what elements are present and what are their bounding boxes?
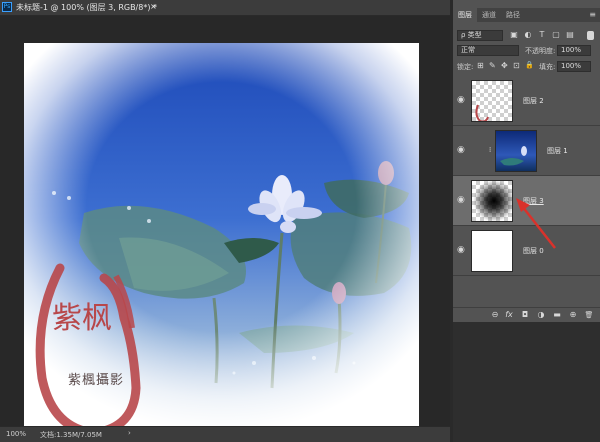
gradient-thumbnail [472,181,512,221]
canvas-image[interactable]: 紫枫 紫楓攝影 [24,43,419,433]
fill-label: 填充: [539,63,556,71]
layer-name[interactable]: 图层 0 [523,246,544,256]
layer-thumbnail[interactable] [471,80,513,122]
adjustment-layer-icon[interactable]: ◑ [535,310,547,320]
status-bar: 100% 文档:1.35M/7.05M › [0,426,450,442]
layer-thumbnail[interactable] [471,230,513,272]
svg-text:紫枫: 紫枫 [52,301,112,336]
photoshop-icon: Ps [2,2,12,12]
layer-name[interactable]: 图层 3 [523,196,544,206]
visibility-eye-icon[interactable]: ◉ [457,246,467,255]
tab-channels[interactable]: 通道 [477,8,501,22]
layers-panel-footer: ⊖ fx ◘ ◑ ▬ ⊕ 🗑 [453,307,600,322]
layer-name[interactable]: 图层 1 [547,146,568,156]
delete-layer-icon[interactable]: 🗑 [583,310,595,320]
layer-row[interactable]: ◉ ⁞ 图层 1 [453,126,600,176]
new-group-icon[interactable]: ▬ [551,310,563,320]
layers-list: ◉ 图层 2 ◉ ⁞ 图层 1 ◉ 图层 3 ◉ 图层 0 [453,76,600,306]
link-layers-icon[interactable]: ⊖ [489,310,501,320]
opacity-input[interactable]: 100% [557,45,591,56]
layer-thumbnail[interactable] [471,180,513,222]
lock-artboard-icon[interactable]: ⊡ [513,61,520,70]
mask-link-icon[interactable]: ⁞ [489,146,491,154]
visibility-eye-icon[interactable]: ◉ [457,196,467,205]
kind-filter-select[interactable]: ρ 类型 [457,30,503,41]
seal-logo: 紫枫 [35,263,141,433]
document-tab[interactable]: Ps 未标题-1 @ 100% (图层 3, RGB/8*) * × [0,0,450,16]
panel-empty-area [453,322,600,442]
opacity-label: 不透明度: [525,47,556,55]
panel-menu-icon[interactable]: ≡ [589,10,596,19]
visibility-eye-icon[interactable]: ◉ [457,96,467,105]
layer-thumbnail[interactable] [495,130,537,172]
lotus-thumbnail [500,146,527,166]
blend-mode-select[interactable]: 正常 [457,45,519,56]
zoom-level[interactable]: 100% [6,430,26,438]
layer-row-selected[interactable]: ◉ 图层 3 [453,176,600,226]
seal-thumbnail [475,104,489,121]
panel-tab-bar: 图层 通道 路径 [453,8,600,22]
adjustment-filter-icon[interactable]: ◐ [523,30,533,40]
layer-name[interactable]: 图层 2 [523,96,544,106]
fill-input[interactable]: 100% [557,61,591,72]
layers-panel: 图层 通道 路径 ≡ ρ 类型 ▣ ◐ T ▢ ▤ 正常 不透明度: 100% … [453,0,600,442]
lock-position-icon[interactable]: ✥ [501,61,508,70]
tab-paths[interactable]: 路径 [501,8,525,22]
close-tab-icon[interactable]: × [150,2,157,11]
lock-row: 锁定: ⊞ ✎ ✥ ⊡ 🔒 填充: 100% [453,61,600,73]
lock-transparent-icon[interactable]: ⊞ [477,61,484,70]
layer-row[interactable]: ◉ 图层 0 [453,226,600,276]
visibility-eye-icon[interactable]: ◉ [457,146,467,155]
shape-filter-icon[interactable]: ▢ [551,30,561,40]
image-filter-icon[interactable]: ▣ [509,30,519,40]
status-menu-arrow-icon[interactable]: › [128,429,131,437]
seal-caption: 紫楓攝影 [68,373,125,388]
document-title[interactable]: 未标题-1 @ 100% (图层 3, RGB/8*) * [16,2,157,13]
lock-label: 锁定: [457,63,474,71]
blend-row: 正常 不透明度: 100% [453,45,600,57]
new-layer-icon[interactable]: ⊕ [567,310,579,320]
layer-row[interactable]: ◉ 图层 2 [453,76,600,126]
lock-image-icon[interactable]: ✎ [489,61,496,70]
fx-icon[interactable]: fx [503,310,515,320]
type-filter-icon[interactable]: T [537,30,547,40]
filter-toggle-icon[interactable] [587,31,594,40]
document-info: 文档:1.35M/7.05M [40,431,102,439]
lock-all-icon[interactable]: 🔒 [525,61,534,69]
filter-row: ρ 类型 ▣ ◐ T ▢ ▤ [453,30,600,42]
canvas-workspace[interactable]: 紫枫 紫楓攝影 [0,16,450,433]
add-mask-icon[interactable]: ◘ [519,310,531,320]
smart-object-filter-icon[interactable]: ▤ [565,30,575,40]
tab-layers[interactable]: 图层 [453,8,477,22]
